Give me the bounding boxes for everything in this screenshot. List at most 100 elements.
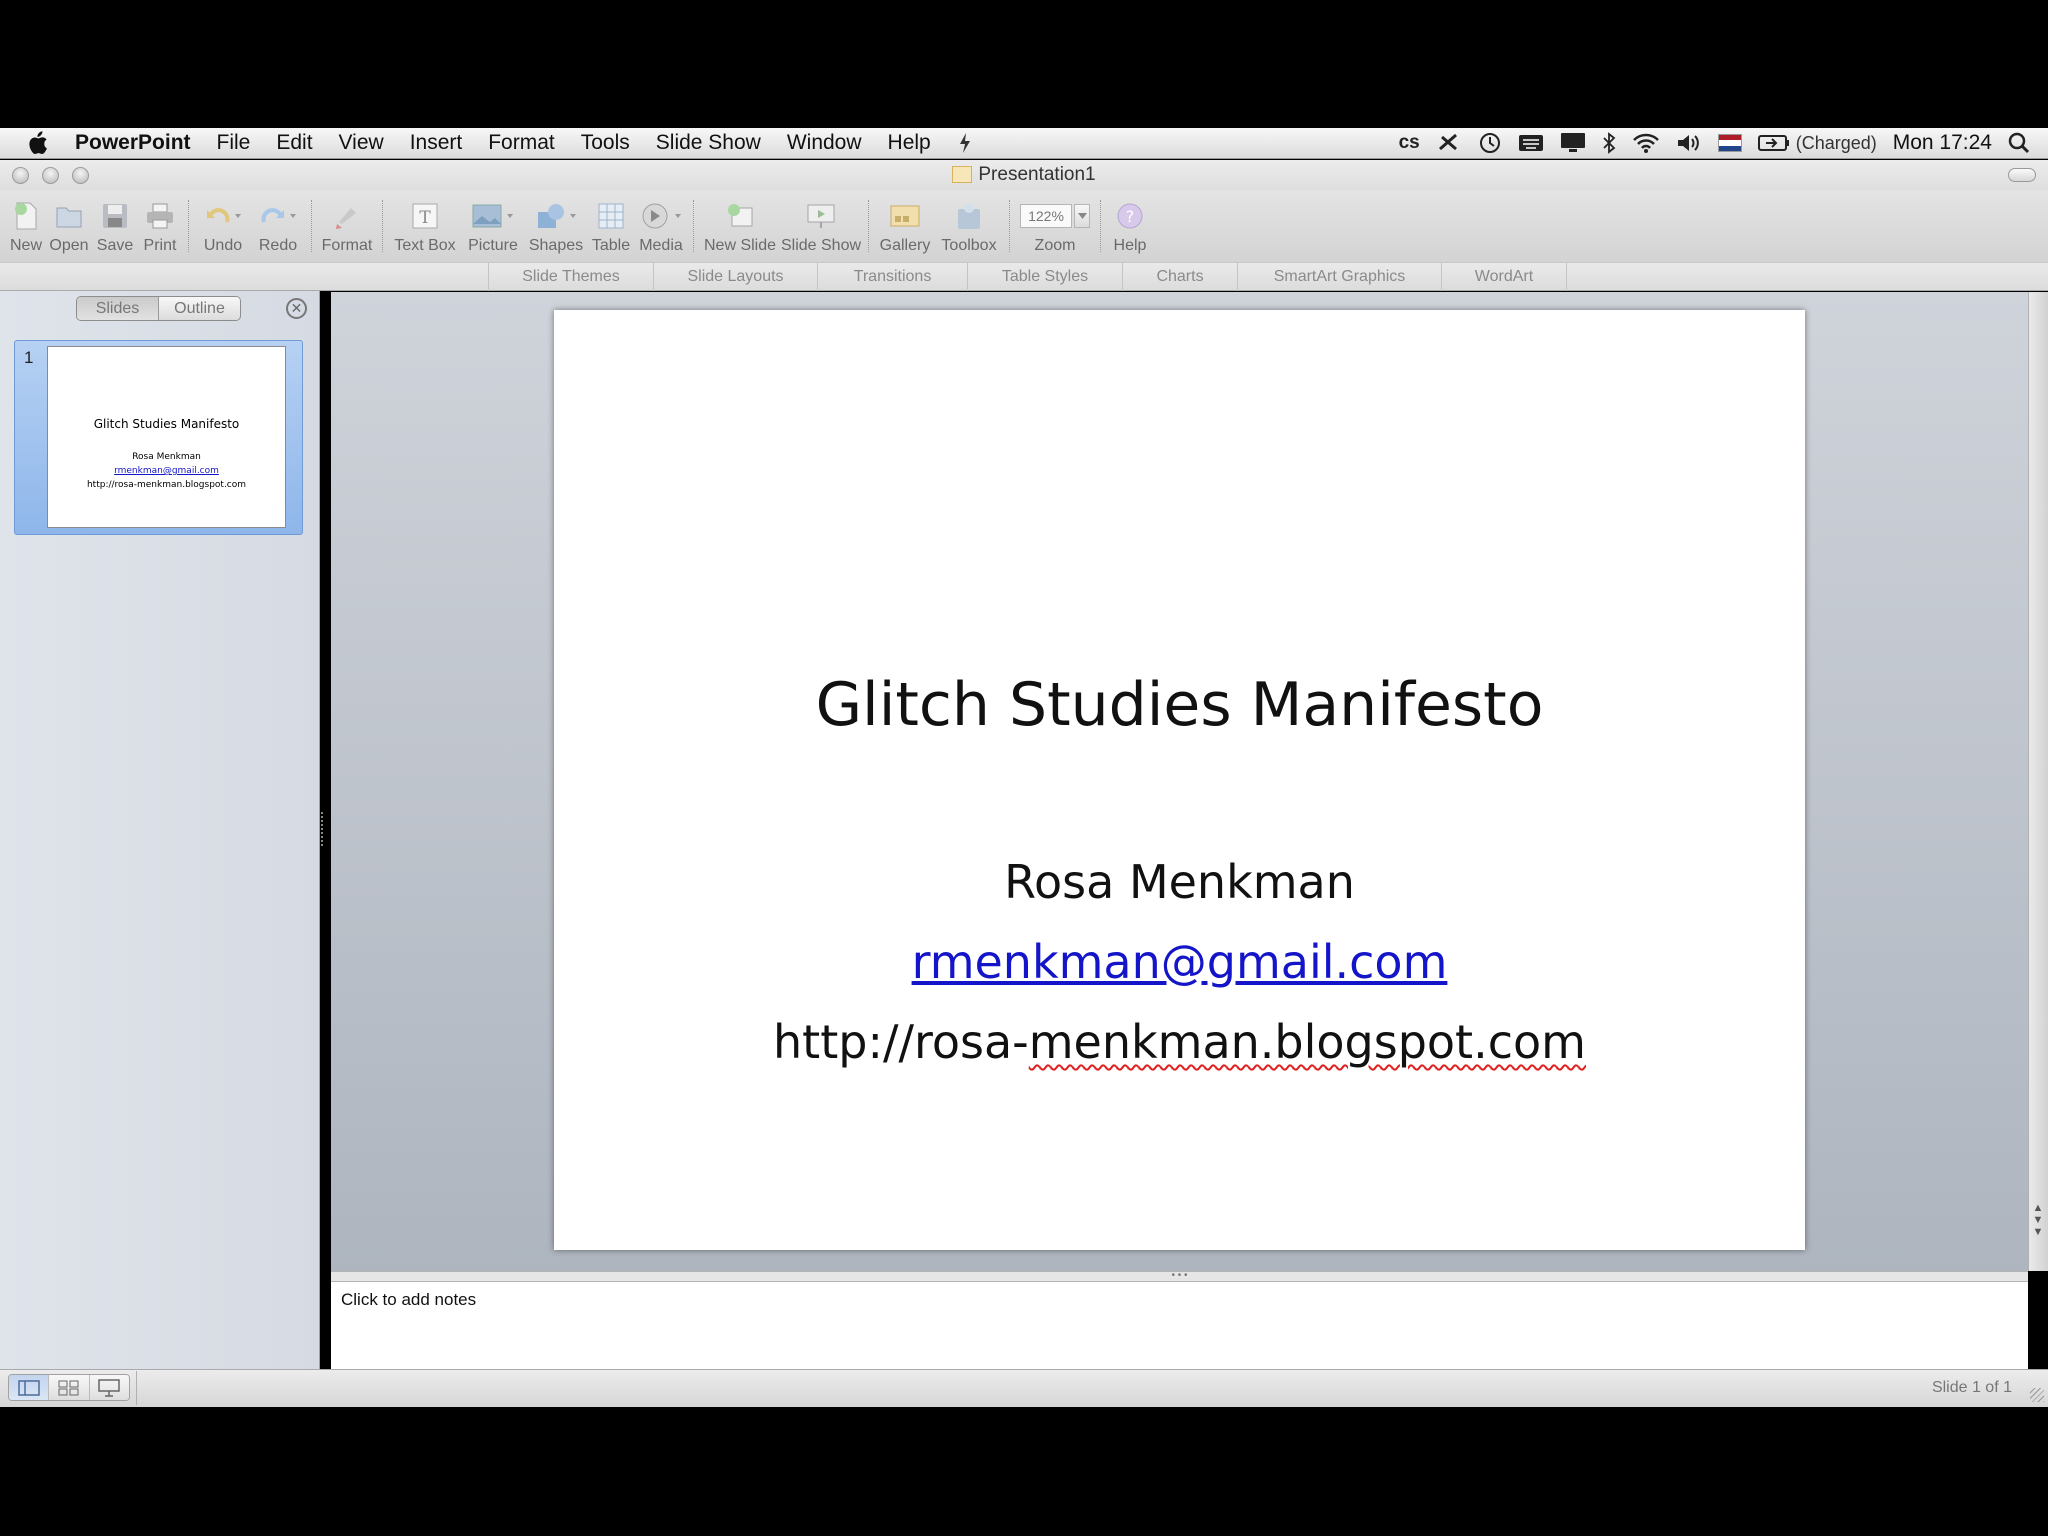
new-slide-button[interactable]: New Slide	[700, 190, 780, 262]
slide-sorter-view-icon[interactable]	[49, 1375, 90, 1400]
close-pane-icon[interactable]: ✕	[286, 298, 307, 319]
slide-show-button[interactable]: Slide Show	[780, 190, 862, 262]
wifi-icon[interactable]	[1632, 132, 1660, 154]
menu-slide-show[interactable]: Slide Show	[643, 131, 774, 155]
tab-slide-themes[interactable]: Slide Themes	[488, 263, 653, 291]
ribbon-tabs: Slide Themes Slide Layouts Transitions T…	[0, 262, 2048, 291]
status-menus: cs (Charged) Mon 17:24	[1399, 131, 2048, 155]
cs-menu-icon[interactable]: cs	[1399, 132, 1420, 154]
tab-wordart[interactable]: WordArt	[1441, 263, 1567, 291]
tab-smartart-graphics[interactable]: SmartArt Graphics	[1237, 263, 1441, 291]
toolbar-separator	[1009, 200, 1010, 252]
battery-status: (Charged)	[1795, 132, 1877, 153]
tab-slides[interactable]: Slides	[77, 297, 159, 320]
undo-button[interactable]: Undo	[195, 190, 251, 262]
slide-email-link[interactable]: rmenkman@gmail.com	[554, 935, 1805, 989]
standard-toolbar: New Open Save Print Undo Redo Format T T…	[0, 190, 2048, 262]
new-button[interactable]: New	[6, 190, 46, 262]
picture-button[interactable]: Picture	[461, 190, 525, 262]
normal-view-icon[interactable]	[9, 1375, 50, 1400]
print-button[interactable]: Print	[138, 190, 182, 262]
slides-outline-toggle: Slides Outline	[76, 296, 241, 321]
tab-table-styles[interactable]: Table Styles	[967, 263, 1122, 291]
menu-help[interactable]: Help	[875, 131, 944, 155]
svg-text:T: T	[419, 208, 431, 228]
resize-grip-icon[interactable]	[2030, 1388, 2044, 1402]
menu-view[interactable]: View	[326, 131, 397, 155]
menu-file[interactable]: File	[204, 131, 264, 155]
redo-arrow-icon	[258, 200, 298, 232]
script-menu-icon[interactable]	[944, 132, 986, 154]
window-title: Presentation1	[978, 164, 1096, 185]
shapes-icon	[534, 200, 578, 232]
tab-outline[interactable]: Outline	[159, 297, 240, 320]
menu-insert[interactable]: Insert	[397, 131, 476, 155]
slide-url-misspelled: menkman.blogspot.com	[1028, 1015, 1586, 1069]
gallery-button[interactable]: Gallery	[875, 190, 935, 262]
slide-title[interactable]: Glitch Studies Manifesto	[554, 670, 1805, 740]
app-menu[interactable]: PowerPoint	[62, 131, 204, 155]
slide-show-view-icon[interactable]	[89, 1375, 129, 1400]
screen: PowerPoint File Edit View Insert Format …	[0, 0, 2048, 1536]
status-bar	[0, 1369, 2048, 1407]
time-machine-icon[interactable]	[1478, 131, 1502, 155]
slide-thumbnail[interactable]: Glitch Studies Manifesto Rosa Menkman rm…	[47, 346, 286, 528]
media-icon	[639, 200, 683, 232]
table-grid-icon	[597, 200, 625, 232]
slide-url-line[interactable]: http://rosa-menkman.blogspot.com	[554, 1015, 1805, 1069]
close-window-button[interactable]	[12, 167, 29, 184]
slide-canvas[interactable]: Glitch Studies Manifesto Rosa Menkman rm…	[554, 310, 1805, 1250]
bluetooth-icon[interactable]	[1602, 132, 1616, 154]
toolbox-button[interactable]: Toolbox	[935, 190, 1003, 262]
new-document-icon	[13, 200, 39, 232]
svg-text:?: ?	[1126, 207, 1135, 226]
slide-count: Slide 1 of 1	[1931, 1379, 2012, 1396]
toolbar-separator	[188, 200, 189, 252]
apple-menu-icon[interactable]	[0, 131, 62, 155]
zoom-dropdown-arrow-icon[interactable]	[1074, 204, 1090, 228]
thumbnail-url: http://rosa-menkman.blogspot.com	[86, 480, 247, 490]
menu-edit[interactable]: Edit	[263, 131, 325, 155]
tab-slide-layouts[interactable]: Slide Layouts	[653, 263, 817, 291]
spotlight-search-icon[interactable]	[2008, 132, 2030, 154]
toolbar-separator	[1100, 200, 1101, 252]
tab-transitions[interactable]: Transitions	[817, 263, 967, 291]
display-icon[interactable]	[1560, 132, 1586, 154]
table-button[interactable]: Table	[587, 190, 635, 262]
volume-icon[interactable]	[1676, 132, 1702, 154]
gallery-icon	[889, 200, 921, 232]
slide-url-prefix: http://rosa-	[773, 1015, 1029, 1069]
vertical-scrollbar[interactable]: ▲ ▼ ▼	[2028, 292, 2048, 1271]
toolbar-toggle-button[interactable]	[2008, 168, 2036, 182]
tab-charts[interactable]: Charts	[1122, 263, 1237, 291]
menu-format[interactable]: Format	[475, 131, 568, 155]
save-button[interactable]: Save	[92, 190, 138, 262]
pane-resize-handle[interactable]	[321, 812, 327, 846]
menu-window[interactable]: Window	[774, 131, 875, 155]
open-button[interactable]: Open	[46, 190, 92, 262]
battery-icon[interactable]	[1757, 134, 1790, 152]
zoom-input[interactable]: 122%	[1020, 204, 1072, 228]
menu-clock[interactable]: Mon 17:24	[1893, 131, 1992, 155]
minimize-window-button[interactable]	[42, 167, 59, 184]
notes-splitter[interactable]: • • •	[331, 1271, 2028, 1282]
scroll-page-buttons[interactable]: ▲ ▼ ▼	[2031, 1202, 2045, 1242]
slide-author-name[interactable]: Rosa Menkman	[554, 855, 1805, 909]
text-box-button[interactable]: T Text Box	[389, 190, 461, 262]
input-source-flag-icon[interactable]	[1717, 134, 1742, 152]
sync-menu-icon[interactable]	[1436, 131, 1462, 155]
toolbar-separator	[693, 200, 694, 252]
menu-tools[interactable]: Tools	[568, 131, 643, 155]
status-separator	[136, 1371, 137, 1405]
format-painter-button[interactable]: Format	[318, 190, 376, 262]
media-button[interactable]: Media	[635, 190, 687, 262]
zoom-window-button[interactable]	[72, 167, 89, 184]
zoom-control[interactable]: 122% Zoom	[1016, 190, 1094, 262]
notes-pane[interactable]: Click to add notes	[331, 1282, 2028, 1369]
help-button[interactable]: ? Help	[1107, 190, 1153, 262]
toolbox-icon	[954, 200, 984, 232]
redo-button[interactable]: Redo	[251, 190, 305, 262]
keyboard-icon[interactable]	[1518, 134, 1544, 152]
shapes-button[interactable]: Shapes	[525, 190, 587, 262]
view-buttons	[8, 1374, 130, 1401]
